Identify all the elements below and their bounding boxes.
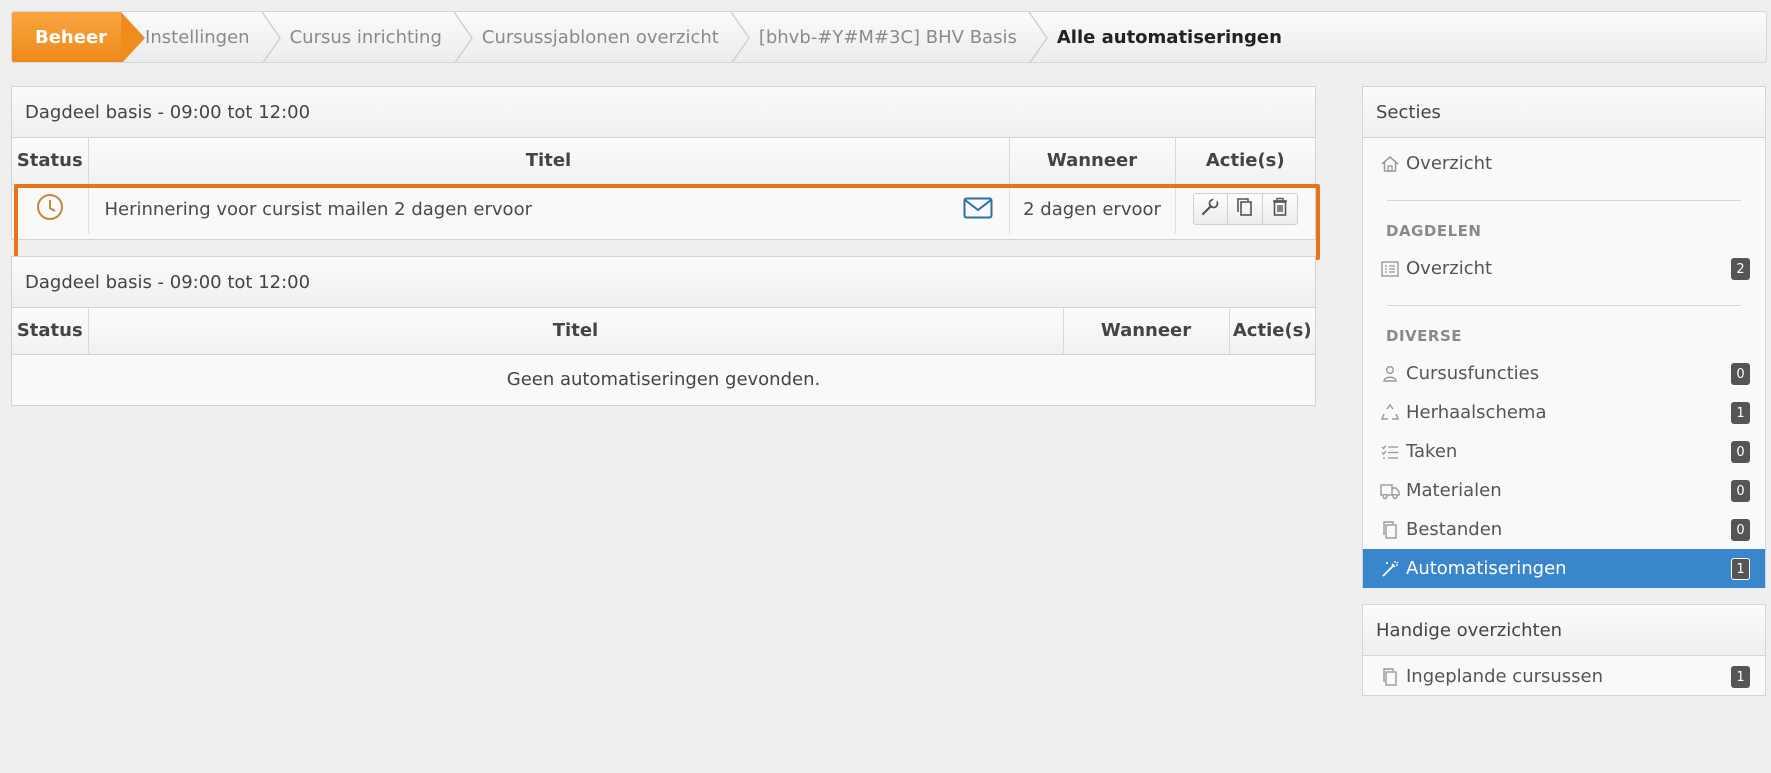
breadcrumb-home-label: Beheer — [35, 26, 108, 48]
count-badge: 0 — [1731, 363, 1750, 385]
divider — [1387, 200, 1741, 201]
breadcrumb-label: [bhvb-#Y#M#3C] BHV Basis — [758, 26, 1017, 48]
breadcrumb: Beheer Instellingen Cursus inrichting Cu… — [11, 11, 1767, 63]
breadcrumb-label: Alle automatiseringen — [1056, 26, 1282, 48]
empty-row: Geen automatiseringen gevonden. — [12, 354, 1315, 404]
handy-title: Handige overzichten — [1363, 605, 1765, 656]
count-badge: 1 — [1731, 558, 1750, 580]
sidebar-item-label: Herhaalschema — [1406, 402, 1547, 423]
sidebar-item-ingeplande-cursussen[interactable]: Ingeplande cursussen 1 — [1363, 657, 1765, 696]
list-icon — [1380, 259, 1400, 279]
sidebar-item-label: Materialen — [1406, 480, 1502, 501]
chevron-right-icon — [1027, 12, 1049, 62]
automation-panel-1: Dagdeel basis - 09:00 tot 12:00 Status T… — [11, 86, 1316, 240]
sidebar-item-label: Automatiseringen — [1406, 558, 1567, 579]
sidebar-item-dagdelen-overzicht[interactable]: Overzicht 2 — [1363, 249, 1765, 288]
column-header-titel: Titel — [88, 308, 1064, 355]
breadcrumb-label: Cursus inrichting — [289, 26, 442, 48]
edit-button[interactable] — [1192, 193, 1228, 226]
sidebar-item-label: Overzicht — [1406, 153, 1493, 174]
chevron-right-icon — [260, 12, 282, 62]
automation-table: Status Titel Wanneer Actie(s) Geen autom… — [12, 308, 1315, 404]
recycle-icon — [1380, 403, 1400, 423]
count-badge: 2 — [1731, 258, 1750, 280]
column-header-acties: Actie(s) — [1229, 308, 1315, 355]
column-header-wanneer: Wanneer — [1009, 138, 1176, 185]
column-header-acties: Actie(s) — [1175, 138, 1315, 185]
sidebar-item-label: Cursusfuncties — [1406, 363, 1540, 384]
count-badge: 1 — [1731, 402, 1750, 424]
breadcrumb-item-cursus-inrichting[interactable]: Cursus inrichting — [290, 12, 442, 62]
column-header-status: Status — [12, 308, 89, 355]
home-icon — [1380, 154, 1400, 174]
files-icon — [1380, 667, 1400, 687]
column-header-status: Status — [12, 138, 89, 185]
magic-wand-icon — [1380, 559, 1400, 579]
sidebar-item-overzicht[interactable]: Overzicht — [1363, 144, 1765, 183]
breadcrumb-label: Instellingen — [145, 26, 250, 48]
count-badge: 1 — [1731, 666, 1750, 688]
when-cell: 2 dagen ervoor — [1009, 184, 1176, 234]
actions-cell — [1175, 184, 1315, 234]
sidebar-item-label: Overzicht — [1406, 258, 1493, 279]
empty-message: Geen automatiseringen gevonden. — [12, 354, 1315, 404]
panel-title: Dagdeel basis - 09:00 tot 12:00 — [12, 87, 1315, 138]
automation-panel-2: Dagdeel basis - 09:00 tot 12:00 Status T… — [11, 256, 1316, 406]
clock-icon — [36, 193, 64, 226]
sidebar-item-label: Ingeplande cursussen — [1406, 666, 1604, 687]
sidebar-item-herhaalschema[interactable]: Herhaalschema 1 — [1363, 393, 1765, 432]
panel-title: Dagdeel basis - 09:00 tot 12:00 — [12, 257, 1315, 308]
wrench-icon — [1200, 197, 1220, 222]
sidebar-item-label: Taken — [1406, 441, 1458, 462]
users-icon — [1380, 364, 1400, 384]
sidebar-item-cursusfuncties[interactable]: Cursusfuncties 0 — [1363, 354, 1765, 393]
action-button-group — [1176, 193, 1316, 226]
sidebar-item-materialen[interactable]: Materialen 0 — [1363, 471, 1765, 510]
column-header-wanneer: Wanneer — [1063, 308, 1230, 355]
trash-icon — [1271, 197, 1289, 222]
breadcrumb-label: Cursussjablonen overzicht — [481, 26, 719, 48]
sidebar-title: Secties — [1363, 87, 1765, 138]
sidebar-item-taken[interactable]: Taken 0 — [1363, 432, 1765, 471]
sidebar-item-automatiseringen[interactable]: Automatiseringen 1 — [1363, 549, 1765, 588]
handy-overviews-panel: Handige overzichten Ingeplande cursussen… — [1362, 604, 1766, 696]
truck-icon — [1380, 481, 1400, 501]
group-label-dagdelen: DAGDELEN — [1386, 222, 1482, 240]
copy-icon — [1236, 197, 1254, 222]
breadcrumb-current: Alle automatiseringen — [1057, 12, 1282, 62]
group-label-diverse: DIVERSE — [1386, 327, 1462, 345]
tasks-icon — [1380, 442, 1400, 462]
count-badge: 0 — [1731, 480, 1750, 502]
count-badge: 0 — [1731, 519, 1750, 541]
breadcrumb-item-bhv-basis[interactable]: [bhvb-#Y#M#3C] BHV Basis — [759, 12, 1017, 62]
chevron-right-icon — [729, 12, 751, 62]
delete-button[interactable] — [1262, 193, 1298, 226]
copy-button[interactable] — [1227, 193, 1263, 226]
sidebar-item-bestanden[interactable]: Bestanden 0 — [1363, 510, 1765, 549]
table-row: Herinnering voor cursist mailen 2 dagen … — [12, 184, 1315, 234]
breadcrumb-item-instellingen[interactable]: Instellingen — [145, 12, 250, 62]
automation-table: Status Titel Wanneer Actie(s) Herinnerin… — [12, 138, 1315, 234]
column-header-titel: Titel — [88, 138, 1010, 185]
sections-sidebar: Secties Overzicht DAGDELEN Overzicht 2 D… — [1362, 86, 1766, 588]
files-icon — [1380, 520, 1400, 540]
mail-icon[interactable] — [963, 197, 993, 224]
breadcrumb-item-cursussjablonen[interactable]: Cursussjablonen overzicht — [482, 12, 719, 62]
breadcrumb-home[interactable]: Beheer — [12, 12, 146, 62]
count-badge: 0 — [1731, 441, 1750, 463]
sidebar-item-label: Bestanden — [1406, 519, 1503, 540]
status-cell — [12, 184, 89, 234]
chevron-right-icon — [452, 12, 474, 62]
title-cell: Herinnering voor cursist mailen 2 dagen … — [88, 184, 1010, 234]
automation-title: Herinnering voor cursist mailen 2 dagen … — [104, 198, 532, 220]
divider — [1387, 305, 1741, 306]
